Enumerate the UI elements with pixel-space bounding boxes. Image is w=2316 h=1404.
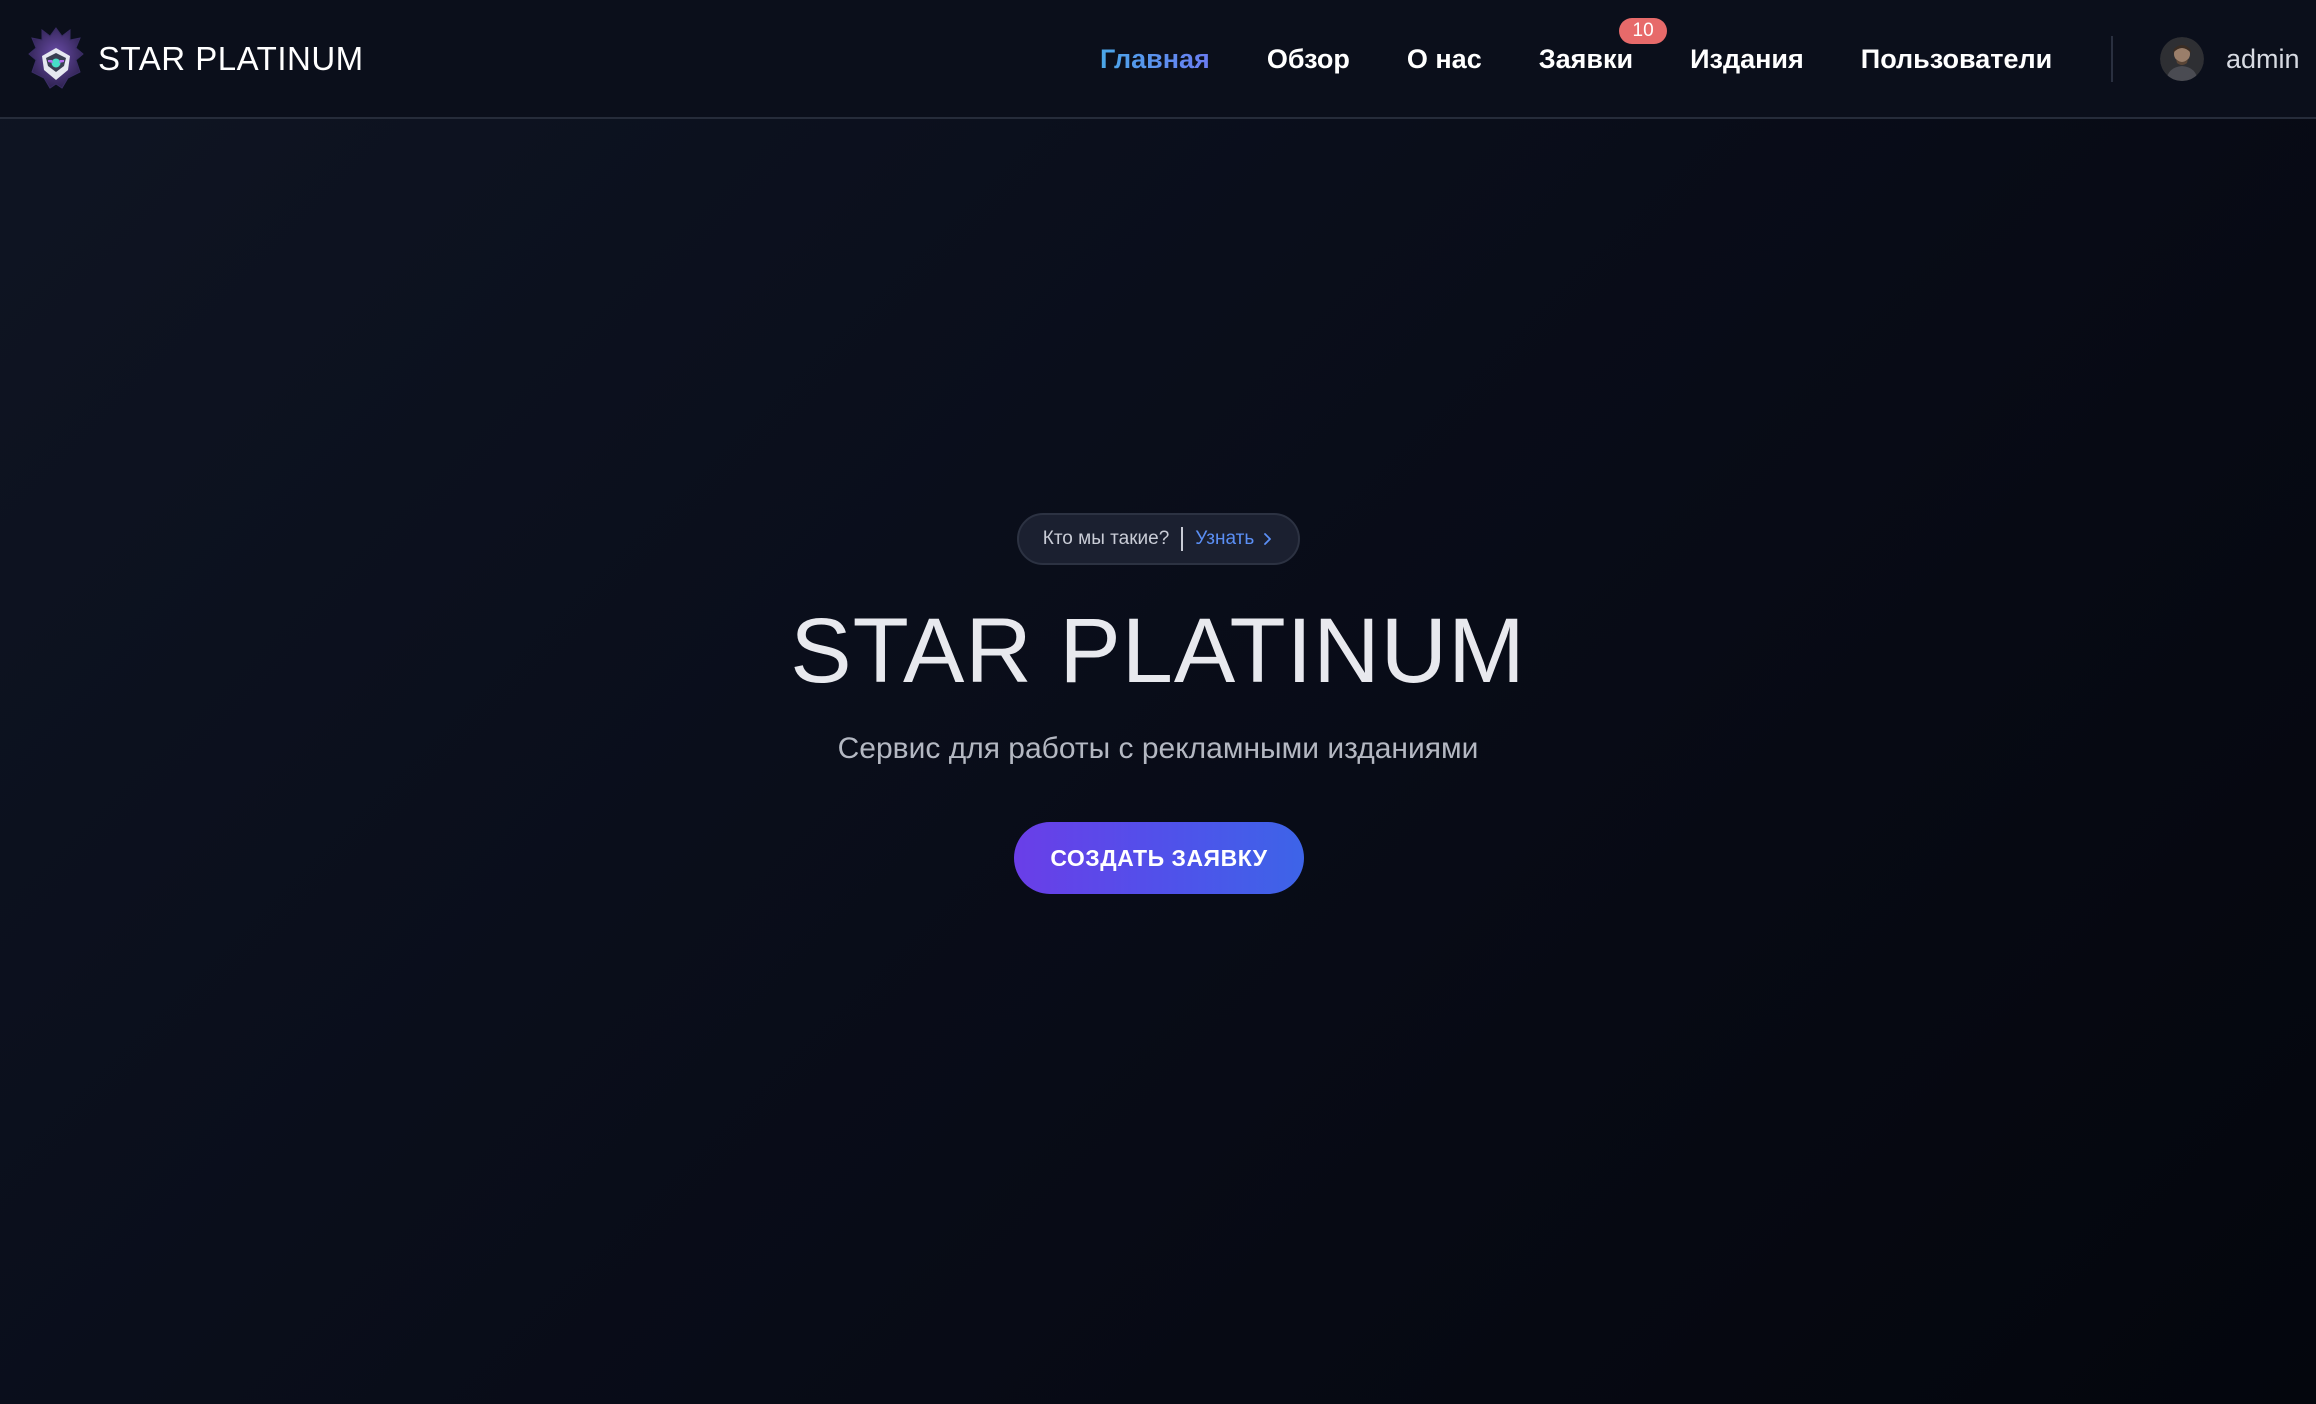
requests-count-badge: 10 <box>1619 18 1668 44</box>
hero-section: Кто мы такие? Узнать STAR PLATINUM Серви… <box>0 119 2316 1404</box>
nav-item-requests-label: Заявки <box>1538 44 1634 74</box>
nav-item-overview[interactable]: Обзор <box>1267 44 1350 75</box>
brand[interactable]: STAR PLATINUM <box>28 26 364 92</box>
nav-item-users[interactable]: Пользователи <box>1861 44 2052 75</box>
pill-separator <box>1181 527 1184 551</box>
user-menu[interactable]: admin <box>2160 37 2300 81</box>
user-avatar <box>2160 37 2204 81</box>
nav-item-publications[interactable]: Издания <box>1690 44 1804 75</box>
page: STAR PLATINUM Главная Обзор О нас Заявки… <box>0 0 2316 1404</box>
dark-mask-logo-icon <box>28 27 84 89</box>
hero-title: STAR PLATINUM <box>790 600 1526 702</box>
chevron-right-icon <box>1264 533 1272 545</box>
about-pill[interactable]: Кто мы такие? Узнать <box>1017 513 1300 565</box>
nav-item-about[interactable]: О нас <box>1407 44 1482 75</box>
top-navbar: STAR PLATINUM Главная Обзор О нас Заявки… <box>0 0 2316 119</box>
create-request-button[interactable]: СОЗДАТЬ ЗАЯВКУ <box>1014 822 1304 894</box>
pill-question: Кто мы такие? <box>1042 528 1170 549</box>
main-nav: Главная Обзор О нас Заявки 10 Издания По… <box>1100 0 2052 119</box>
nav-divider <box>2111 36 2113 82</box>
brand-name: STAR PLATINUM <box>98 40 364 77</box>
hero-subtitle: Сервис для работы с рекламными изданиями <box>837 732 1479 765</box>
nav-item-home[interactable]: Главная <box>1100 44 1210 75</box>
username: admin <box>2226 43 2300 74</box>
learn-more-link[interactable]: Узнать <box>1195 528 1254 550</box>
nav-item-requests[interactable]: Заявки 10 <box>1538 18 1668 75</box>
